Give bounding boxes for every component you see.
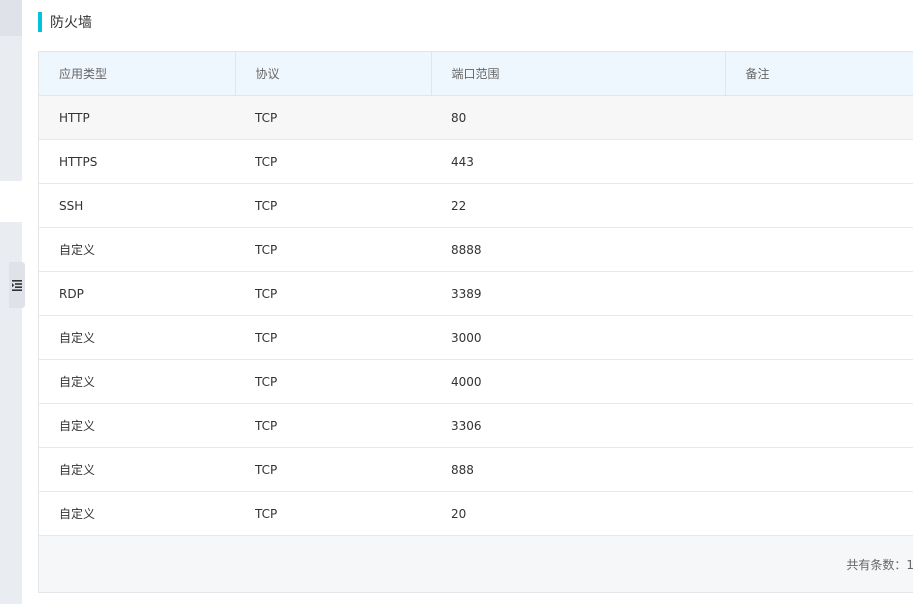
cell-port-range: 3389	[431, 271, 725, 316]
title-accent-bar	[38, 12, 42, 32]
cell-app-type: HTTPS	[39, 139, 235, 184]
cell-port-range: 4000	[431, 359, 725, 404]
list-indent-icon	[12, 279, 22, 291]
cell-protocol: TCP	[235, 183, 431, 228]
column-header-protocol: 协议	[235, 52, 432, 96]
cell-app-type: RDP	[39, 271, 235, 316]
table-row[interactable]: SSH TCP 22	[39, 183, 913, 228]
cell-protocol: TCP	[235, 227, 431, 272]
table-row[interactable]: 自定义 TCP 8888	[39, 227, 913, 272]
sidebar-toggle-button[interactable]	[9, 262, 25, 308]
cell-note	[725, 359, 913, 404]
cell-port-range: 20	[431, 491, 725, 536]
cell-port-range: 3306	[431, 403, 725, 448]
table-row[interactable]: HTTP TCP 80	[39, 95, 913, 140]
cell-app-type: 自定义	[39, 227, 235, 272]
cell-note	[725, 403, 913, 448]
sidebar-panel-top-header	[0, 0, 22, 36]
cell-note	[725, 95, 913, 140]
cell-note	[725, 227, 913, 272]
cell-note	[725, 315, 913, 360]
cell-protocol: TCP	[235, 359, 431, 404]
table-row[interactable]: 自定义 TCP 4000	[39, 359, 913, 404]
sidebar-panel-top	[0, 0, 22, 181]
cell-port-range: 888	[431, 447, 725, 492]
cell-note	[725, 491, 913, 536]
firewall-table-container: 应用类型 协议 端口范围 备注 HTTP TCP 80 HTTPS TCP 44…	[38, 51, 913, 593]
page-title: 防火墙	[50, 15, 92, 31]
table-header-row: 应用类型 协议 端口范围 备注	[39, 52, 913, 96]
table-footer: 共有条数：1	[39, 536, 913, 592]
cell-protocol: TCP	[235, 139, 431, 184]
cell-app-type: 自定义	[39, 491, 235, 536]
section-header: 防火墙	[38, 12, 92, 32]
cell-port-range: 8888	[431, 227, 725, 272]
table-row[interactable]: 自定义 TCP 888	[39, 447, 913, 492]
table-row[interactable]: RDP TCP 3389	[39, 271, 913, 316]
cell-protocol: TCP	[235, 271, 431, 316]
total-count-label: 共有条数：1	[846, 558, 913, 572]
firewall-table: 应用类型 协议 端口范围 备注 HTTP TCP 80 HTTPS TCP 44…	[39, 52, 913, 536]
cell-protocol: TCP	[235, 491, 431, 536]
table-row[interactable]: 自定义 TCP 3000	[39, 315, 913, 360]
table-row[interactable]: 自定义 TCP 3306	[39, 403, 913, 448]
column-header-port-range: 端口范围	[431, 52, 726, 96]
cell-app-type: 自定义	[39, 403, 235, 448]
cell-protocol: TCP	[235, 315, 431, 360]
column-header-app-type: 应用类型	[39, 52, 236, 96]
cell-app-type: SSH	[39, 183, 235, 228]
cell-port-range: 80	[431, 95, 725, 140]
cell-note	[725, 271, 913, 316]
cell-note	[725, 139, 913, 184]
cell-note	[725, 447, 913, 492]
cell-protocol: TCP	[235, 95, 431, 140]
column-header-note: 备注	[725, 52, 913, 96]
cell-app-type: HTTP	[39, 95, 235, 140]
cell-protocol: TCP	[235, 447, 431, 492]
cell-app-type: 自定义	[39, 447, 235, 492]
cell-app-type: 自定义	[39, 315, 235, 360]
cell-protocol: TCP	[235, 403, 431, 448]
cell-port-range: 3000	[431, 315, 725, 360]
table-row[interactable]: HTTPS TCP 443	[39, 139, 913, 184]
cell-app-type: 自定义	[39, 359, 235, 404]
cell-port-range: 443	[431, 139, 725, 184]
cell-note	[725, 183, 913, 228]
cell-port-range: 22	[431, 183, 725, 228]
table-row[interactable]: 自定义 TCP 20	[39, 491, 913, 536]
